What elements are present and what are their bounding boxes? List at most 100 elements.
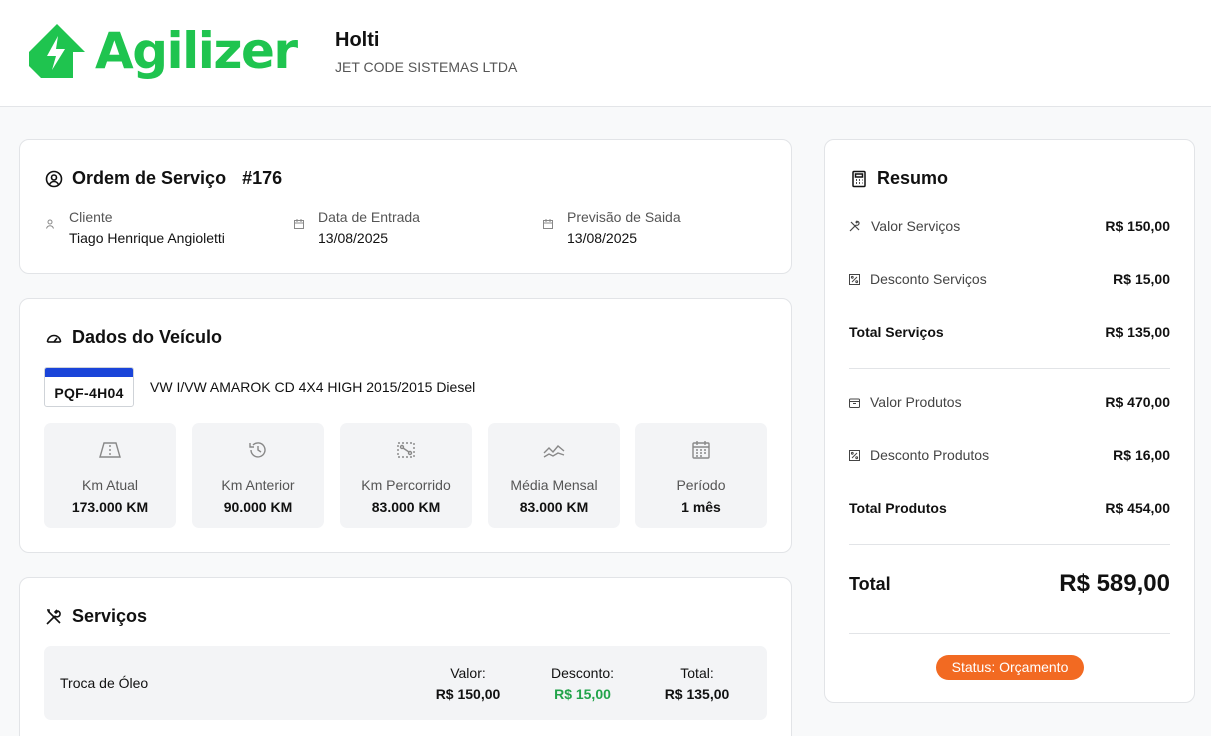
gauge-icon [46, 334, 62, 343]
order-title-label: Ordem de Serviço [72, 168, 227, 188]
products-total-label: Total Produtos [849, 500, 947, 516]
services-card: Serviços Troca de Óleo Valor: R$ 150,00 … [19, 577, 792, 736]
services-title: Serviços [45, 606, 147, 627]
company-name: Holti [335, 29, 380, 51]
exit-date-value: 13/08/2025 [567, 230, 638, 246]
stat-value: 90.000 KM [223, 499, 293, 515]
grand-total-label: Total [849, 573, 891, 594]
logo-wordmark: Agilizer [95, 22, 298, 80]
stat-label: Média Mensal [510, 477, 598, 493]
order-title: Ordem de Serviço #176 [45, 168, 282, 189]
vehicle-title: Dados do Veículo [45, 327, 222, 348]
tools-icon [849, 220, 860, 232]
services-discount-row: Desconto Serviços R$ 15,00 [849, 271, 1170, 287]
entry-date-info: Data de Entrada 13/08/2025 [294, 209, 420, 246]
exit-date-info: Previsão de Saida 13/08/2025 [543, 209, 681, 246]
stat-label: Km Anterior [221, 477, 295, 493]
service-value-col: Valor: R$ 150,00 [428, 665, 508, 702]
client-info: Cliente Tiago Henrique Angioletti [45, 209, 225, 246]
summary-card: Resumo Valor Serviços R$ 150,00 Desconto… [824, 139, 1195, 703]
percent-icon [849, 449, 860, 461]
trend-icon [543, 445, 565, 458]
order-number: #176 [242, 168, 283, 188]
service-discount-label: Desconto: [550, 665, 615, 681]
services-value-row: Valor Serviços R$ 150,00 [849, 218, 1170, 234]
license-plate: PQF-4H04 [44, 367, 134, 407]
bolt-logo-icon [29, 24, 85, 78]
service-value: R$ 150,00 [435, 686, 501, 702]
services-discount: R$ 15,00 [1113, 271, 1170, 287]
products-value: R$ 470,00 [1105, 394, 1170, 410]
service-name: Troca de Óleo [60, 675, 149, 691]
products-discount: R$ 16,00 [1113, 447, 1170, 463]
stat-value: 83.000 KM [519, 499, 589, 515]
summary-title: Resumo [850, 168, 948, 189]
entry-date-label: Data de Entrada [318, 209, 420, 225]
calendar-icon [294, 219, 304, 229]
products-total-row: Total Produtos R$ 454,00 [849, 500, 1170, 516]
company-legal-name: JET CODE SISTEMAS LTDA [335, 59, 518, 75]
calendar-icon [543, 219, 553, 229]
service-discount-col: Desconto: R$ 15,00 [540, 665, 625, 702]
route-icon [397, 442, 415, 458]
services-total-row: Total Serviços R$ 135,00 [849, 324, 1170, 340]
vehicle-title-label: Dados do Veículo [72, 327, 223, 347]
service-total: R$ 135,00 [664, 686, 730, 702]
user-icon [46, 219, 54, 229]
vehicle-card: Dados do Veículo PQF-4H04 VW I/VW AMAROK… [19, 298, 792, 553]
services-discount-label: Desconto Serviços [870, 271, 987, 287]
company-info: Holti JET CODE SISTEMAS LTDA [335, 29, 517, 75]
stat-km-percorrido: Km Percorrido 83.000 KM [340, 423, 472, 528]
vehicle-description: VW I/VW AMAROK CD 4X4 HIGH 2015/2015 Die… [150, 379, 476, 395]
box-icon [849, 398, 860, 408]
app-header: Agilizer Holti JET CODE SISTEMAS LTDA [0, 0, 1211, 107]
stat-value: 1 mês [681, 499, 721, 515]
entry-date-value: 13/08/2025 [318, 230, 389, 246]
stat-km-atual: Km Atual 173.000 KM [44, 423, 176, 528]
summary-title-label: Resumo [877, 168, 949, 188]
stat-periodo: Período 1 mês [635, 423, 767, 528]
products-discount-label: Desconto Produtos [870, 447, 990, 463]
status-badge: Status: Orçamento [936, 655, 1084, 680]
calculator-icon [852, 170, 866, 187]
summary-divider [849, 368, 1170, 369]
service-total-col: Total: R$ 135,00 [657, 665, 737, 702]
order-card: Ordem de Serviço #176 Cliente Tiago Henr… [19, 139, 792, 274]
grand-total-row: Total R$ 589,00 [849, 570, 1170, 598]
road-icon [99, 442, 121, 458]
stat-value: 83.000 KM [371, 499, 441, 515]
summary-divider [849, 633, 1170, 634]
user-circle-icon [45, 170, 63, 187]
service-value-label: Valor: [450, 665, 486, 681]
products-value-label: Valor Produtos [870, 394, 962, 410]
service-total-label: Total: [680, 665, 714, 681]
services-total-label: Total Serviços [849, 324, 944, 340]
client-label: Cliente [69, 209, 113, 225]
plate-number: PQF-4H04 [54, 385, 124, 401]
grand-total-value: R$ 589,00 [1059, 570, 1170, 597]
tools-icon [46, 608, 61, 625]
services-value: R$ 150,00 [1105, 218, 1170, 234]
stat-label: Km Percorrido [361, 477, 451, 493]
products-discount-row: Desconto Produtos R$ 16,00 [849, 447, 1170, 463]
calendar-icon [692, 441, 710, 459]
products-total: R$ 454,00 [1105, 500, 1170, 516]
service-row[interactable]: Troca de Óleo Valor: R$ 150,00 Desconto:… [44, 646, 767, 720]
stat-label: Período [676, 477, 726, 493]
plate-band [45, 368, 133, 377]
stat-label: Km Atual [81, 477, 139, 493]
service-discount: R$ 15,00 [554, 686, 611, 702]
products-value-row: Valor Produtos R$ 470,00 [849, 394, 1170, 410]
services-title-label: Serviços [72, 606, 148, 626]
stat-km-anterior: Km Anterior 90.000 KM [192, 423, 324, 528]
services-total: R$ 135,00 [1105, 324, 1170, 340]
history-icon [249, 442, 266, 458]
services-value-label: Valor Serviços [871, 218, 961, 234]
exit-date-label: Previsão de Saida [567, 209, 681, 225]
percent-icon [849, 273, 860, 285]
agilizer-logo: Agilizer [27, 21, 298, 81]
stat-media-mensal: Média Mensal 83.000 KM [488, 423, 620, 528]
stat-value: 173.000 KM [71, 499, 149, 515]
client-value: Tiago Henrique Angioletti [69, 230, 225, 246]
summary-divider [849, 544, 1170, 545]
